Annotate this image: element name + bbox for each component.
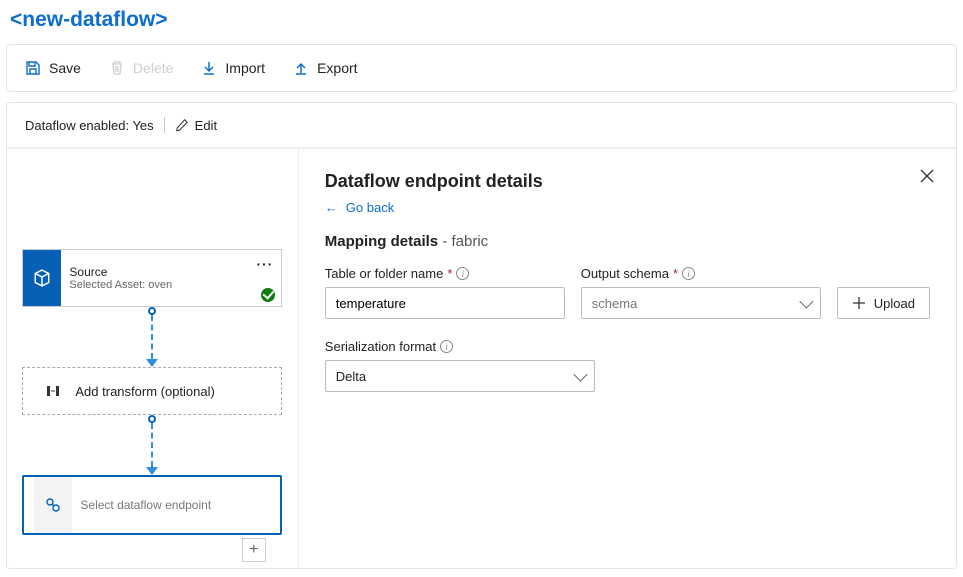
plus-icon bbox=[852, 296, 866, 310]
cube-icon bbox=[23, 250, 61, 306]
close-button[interactable] bbox=[920, 169, 934, 188]
export-button[interactable]: Export bbox=[293, 60, 357, 76]
details-heading: Dataflow endpoint details bbox=[325, 171, 930, 192]
save-button[interactable]: Save bbox=[25, 60, 81, 76]
add-node-button[interactable]: + bbox=[242, 538, 266, 562]
edit-button[interactable]: Edit bbox=[175, 118, 217, 133]
details-panel: Dataflow endpoint details ← Go back Mapp… bbox=[299, 149, 956, 568]
source-subtitle: Selected Asset: oven bbox=[69, 279, 273, 291]
info-icon[interactable]: i bbox=[682, 267, 695, 280]
check-icon bbox=[261, 288, 275, 302]
source-title: Source bbox=[69, 265, 273, 279]
serialization-select[interactable]: Delta bbox=[325, 360, 595, 392]
chevron-down-icon bbox=[573, 368, 587, 382]
page-title: <new-dataflow> bbox=[6, 6, 957, 44]
output-schema-select[interactable]: schema bbox=[581, 287, 821, 319]
import-button[interactable]: Import bbox=[201, 60, 265, 76]
info-icon[interactable]: i bbox=[456, 267, 469, 280]
source-node[interactable]: Source Selected Asset: oven ··· bbox=[22, 249, 282, 307]
table-name-label: Table or folder name bbox=[325, 266, 444, 281]
close-icon bbox=[920, 169, 934, 183]
chevron-down-icon bbox=[799, 295, 813, 309]
import-icon bbox=[201, 60, 217, 76]
transform-icon bbox=[45, 383, 61, 399]
table-name-input[interactable] bbox=[325, 287, 565, 319]
enabled-status: Dataflow enabled: Yes bbox=[25, 118, 154, 133]
upload-button[interactable]: Upload bbox=[837, 287, 930, 319]
output-schema-label: Output schema bbox=[581, 266, 669, 281]
serialization-label: Serialization format bbox=[325, 339, 436, 354]
status-bar: Dataflow enabled: Yes Edit bbox=[7, 103, 956, 148]
mapping-subtitle: - fabric bbox=[442, 233, 488, 250]
toolbar: Save Delete Import Export bbox=[6, 44, 957, 92]
select-endpoint-node[interactable]: Select dataflow endpoint bbox=[22, 475, 282, 535]
trash-icon bbox=[109, 60, 125, 76]
go-back-link[interactable]: ← Go back bbox=[325, 200, 930, 215]
export-icon bbox=[293, 60, 309, 76]
info-icon[interactable]: i bbox=[440, 340, 453, 353]
mapping-title: Mapping details bbox=[325, 233, 438, 250]
add-transform-node[interactable]: Add transform (optional) bbox=[22, 367, 282, 415]
diagram-canvas: Source Selected Asset: oven ··· Add tran… bbox=[7, 149, 299, 568]
node-more-button[interactable]: ··· bbox=[256, 256, 273, 272]
delete-button: Delete bbox=[109, 60, 173, 76]
pencil-icon bbox=[175, 118, 189, 132]
endpoint-icon bbox=[34, 477, 72, 533]
save-icon bbox=[25, 60, 41, 76]
arrow-left-icon: ← bbox=[325, 200, 338, 215]
